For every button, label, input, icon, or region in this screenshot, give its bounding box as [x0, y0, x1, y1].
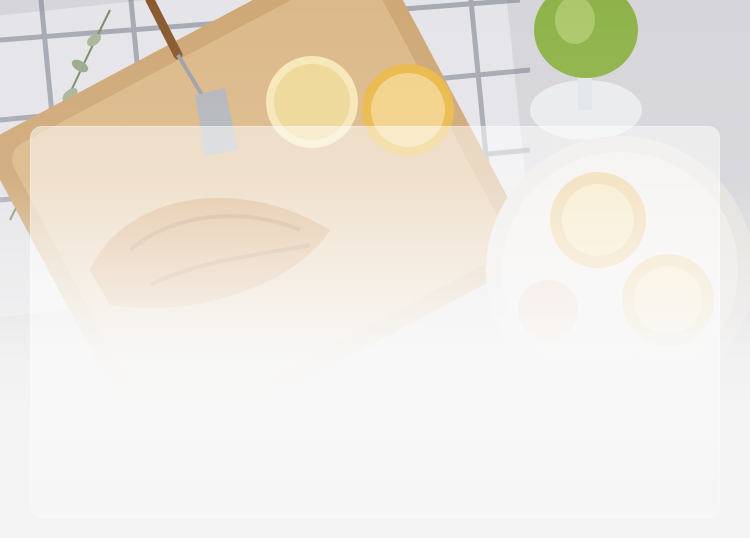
- frosted-card: [30, 126, 720, 518]
